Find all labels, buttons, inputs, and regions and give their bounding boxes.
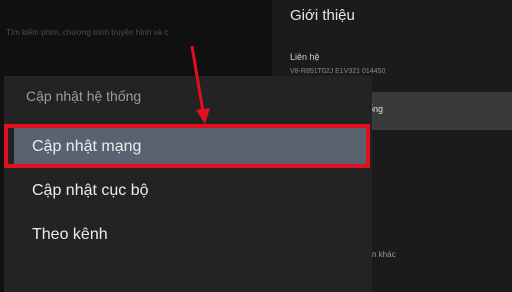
contact-row-value: V8-R851T02J E1V321 014450 [290,68,386,75]
annotation-highlight-box [4,124,370,168]
dialog-title: Cập nhật hệ thống [26,88,142,104]
local-update-item[interactable]: Cập nhật cục bộ [32,182,149,200]
channel-update-item[interactable]: Theo kênh [32,226,108,244]
search-hint-text: Tìm kiếm phim, chương trình truyền hình … [6,28,169,37]
contact-row-label[interactable]: Liên hệ [290,52,320,62]
other-info-row-text[interactable]: tin khác [368,250,396,259]
annotation-arrow-icon [190,45,210,124]
about-panel-title: Giới thiệu [290,7,355,24]
